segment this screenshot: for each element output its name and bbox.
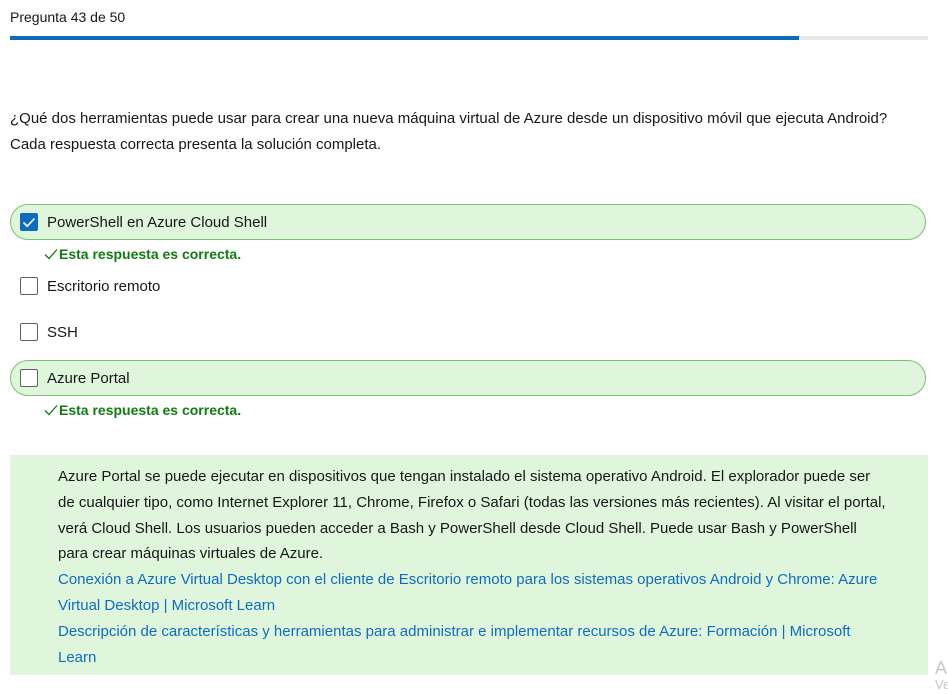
correct-feedback: Esta respuesta es correcta. bbox=[44, 402, 241, 418]
checkbox-checked[interactable] bbox=[20, 213, 38, 231]
option-label: PowerShell en Azure Cloud Shell bbox=[47, 213, 268, 231]
checkbox[interactable] bbox=[20, 369, 38, 387]
correct-feedback: Esta respuesta es correcta. bbox=[44, 246, 241, 262]
check-icon bbox=[22, 217, 36, 227]
progress-bar bbox=[10, 36, 928, 40]
explanation-panel: Azure Portal se puede ejecutar en dispos… bbox=[10, 455, 928, 675]
option-label: Escritorio remoto bbox=[47, 277, 161, 295]
corner-overlay-text: A Ve bbox=[935, 658, 948, 692]
progress-bar-fill bbox=[10, 36, 800, 40]
reference-link-azure-tools[interactable]: Descripción de características y herrami… bbox=[58, 619, 888, 671]
feedback-text: Esta respuesta es correcta. bbox=[59, 246, 242, 262]
checkbox[interactable] bbox=[20, 323, 38, 341]
explanation-text: Azure Portal se puede ejecutar en dispos… bbox=[58, 468, 886, 563]
option-escritorio-remoto[interactable]: Escritorio remoto bbox=[10, 268, 926, 304]
checkmark-icon bbox=[44, 404, 58, 416]
option-azure-portal[interactable]: Azure Portal bbox=[10, 360, 926, 396]
reference-link-remote-desktop[interactable]: Conexión a Azure Virtual Desktop con el … bbox=[58, 567, 888, 619]
checkmark-icon bbox=[44, 248, 58, 260]
option-label: Azure Portal bbox=[47, 369, 130, 387]
option-ssh[interactable]: SSH bbox=[10, 314, 926, 350]
question-counter: Pregunta 43 de 50 bbox=[10, 9, 126, 25]
checkbox[interactable] bbox=[20, 277, 38, 295]
feedback-text: Esta respuesta es correcta. bbox=[59, 402, 242, 418]
question-text: ¿Qué dos herramientas puede usar para cr… bbox=[10, 110, 888, 153]
option-label: SSH bbox=[47, 323, 78, 341]
option-powershell-cloud-shell[interactable]: PowerShell en Azure Cloud Shell bbox=[10, 204, 926, 240]
